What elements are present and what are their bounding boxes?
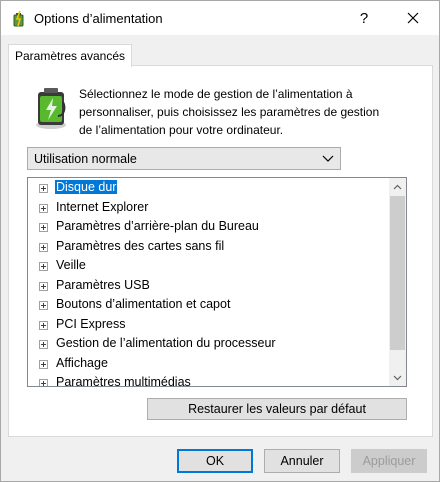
description-line: personnaliser, puis choisissez les param…: [79, 105, 380, 119]
window-title: Options d’alimentation: [34, 11, 163, 26]
tab-label: Paramètres avancés: [14, 49, 126, 63]
settings-tree[interactable]: Disque dur Internet Explorer Paramètres …: [27, 177, 407, 387]
restore-defaults-button[interactable]: Restaurer les valeurs par défaut: [147, 398, 407, 420]
battery-power-icon: [36, 88, 66, 129]
power-options-dialog: Options d’alimentation ? Paramètres avan…: [0, 0, 440, 482]
expand-icon[interactable]: [39, 281, 48, 291]
title-bar[interactable]: Options d’alimentation ?: [1, 1, 439, 35]
close-icon: [407, 12, 419, 24]
tree-item-label: Disque dur: [55, 180, 118, 194]
ok-button[interactable]: OK: [177, 449, 253, 473]
power-plan-select[interactable]: Utilisation normale: [27, 147, 341, 170]
apply-button[interactable]: Appliquer: [351, 449, 427, 473]
expand-icon[interactable]: [39, 320, 48, 330]
expand-icon[interactable]: [39, 340, 48, 349]
tree-scrollbar[interactable]: [389, 178, 406, 386]
scroll-up-button[interactable]: [389, 178, 406, 195]
tree-item-label: Paramètres USB: [56, 277, 150, 292]
tree-item-label: Paramètres d’arrière-plan du Bureau: [56, 219, 259, 233]
power-options-icon: [13, 10, 24, 27]
tree-item-label: Paramètres des cartes sans fil: [56, 238, 225, 253]
expand-icon[interactable]: [39, 301, 48, 310]
chevron-down-icon: [393, 375, 402, 380]
description-line: Sélectionnez le mode de gestion de l’ali…: [79, 87, 353, 101]
scroll-thumb[interactable]: [390, 196, 405, 350]
expand-icon[interactable]: [39, 262, 48, 271]
expand-icon[interactable]: [39, 184, 48, 193]
cancel-button[interactable]: Annuler: [264, 449, 340, 473]
description-text: Sélectionnez le mode de gestion de l’ali…: [79, 85, 409, 139]
tree-item-label: Internet Explorer: [56, 199, 149, 214]
tree-item-label: Paramètres multimédias: [56, 375, 191, 387]
tree-item-label: PCI Express: [56, 316, 126, 331]
help-button[interactable]: ?: [347, 5, 381, 31]
tree-item-label: Boutons d’alimentation et capot: [56, 297, 231, 311]
tree-item-label: Veille: [56, 258, 86, 272]
chevron-up-icon: [393, 184, 402, 189]
expand-icon[interactable]: [39, 379, 48, 386]
expand-icon[interactable]: [39, 223, 48, 232]
expand-icon[interactable]: [39, 242, 48, 252]
description-line: de l’alimentation pour votre ordinateur.: [79, 123, 284, 137]
tree-item-label: Gestion de l’alimentation du processeur: [56, 336, 276, 350]
tab-advanced-settings[interactable]: Paramètres avancés: [8, 44, 132, 67]
expand-icon[interactable]: [39, 203, 48, 213]
power-plan-value: Utilisation normale: [34, 151, 137, 166]
chevron-down-icon: [322, 155, 334, 162]
expand-icon[interactable]: [39, 359, 48, 369]
tree-item-label: Affichage: [56, 355, 108, 370]
scroll-down-button[interactable]: [389, 369, 406, 386]
close-button[interactable]: [393, 5, 433, 31]
